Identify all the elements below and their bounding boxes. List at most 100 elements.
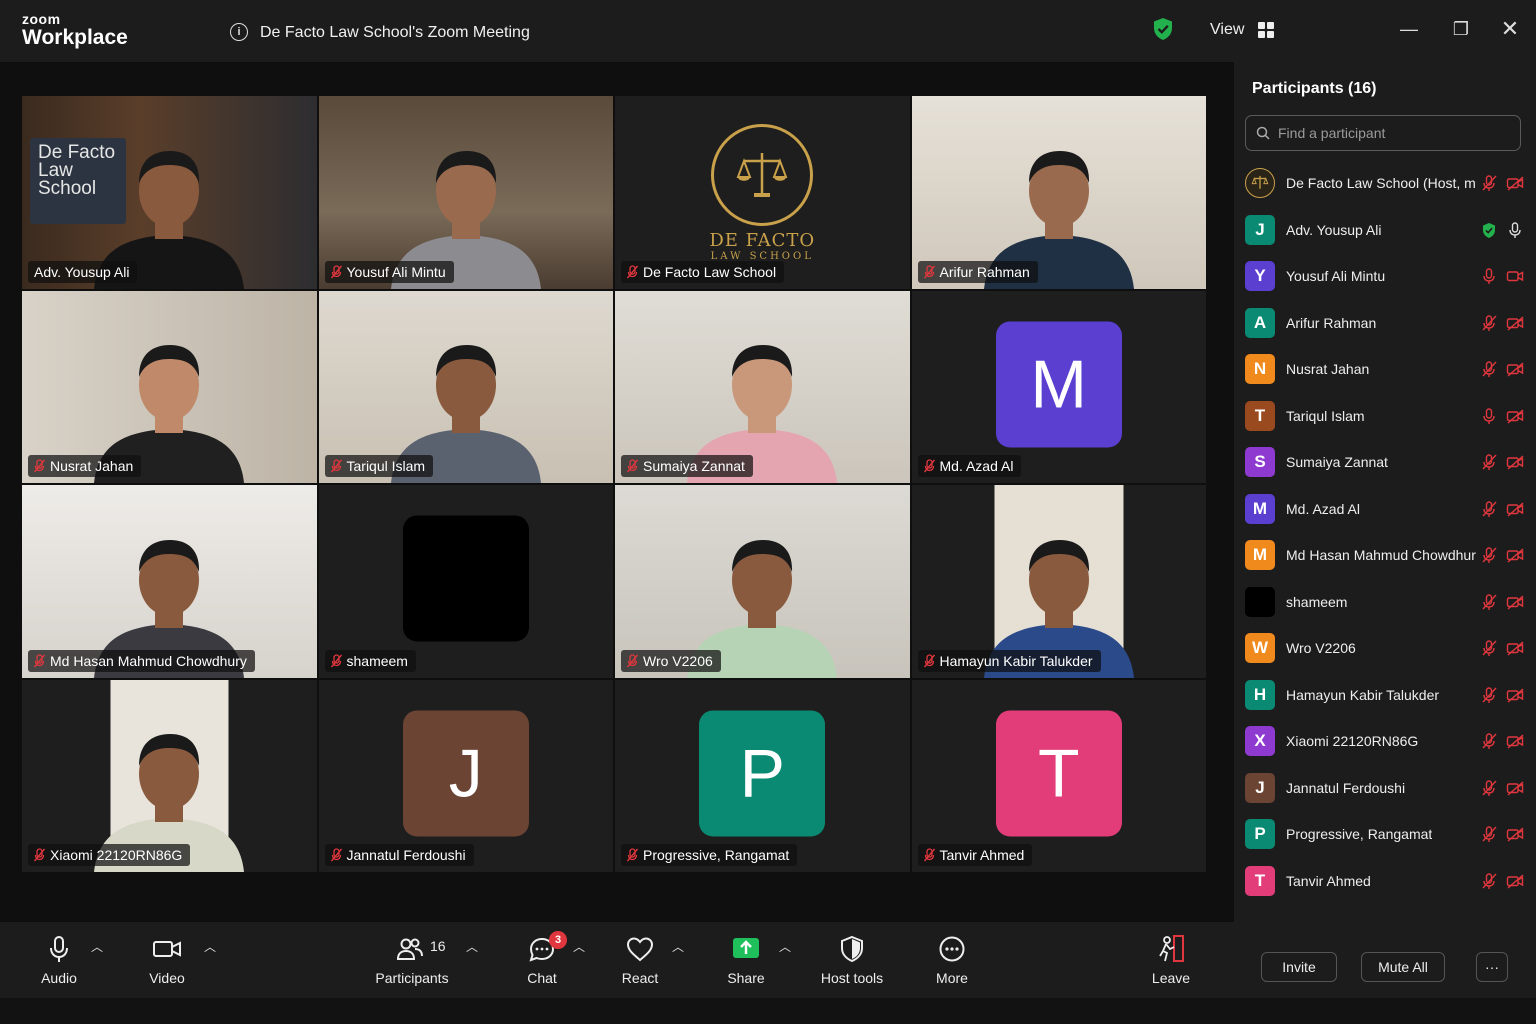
participant-tile[interactable]: shameem: [318, 485, 613, 678]
muted-mic-icon: [330, 459, 342, 473]
info-icon[interactable]: i: [230, 23, 248, 41]
share-options-chevron-icon[interactable]: ︿: [778, 940, 792, 954]
microphone-muted-icon[interactable]: [1480, 686, 1498, 704]
view-button[interactable]: View: [1210, 18, 1275, 42]
video-off-icon[interactable]: [1506, 686, 1524, 704]
microphone-muted-icon[interactable]: [1480, 174, 1498, 192]
video-off-icon[interactable]: [1506, 360, 1524, 378]
video-off-icon[interactable]: [1506, 174, 1524, 192]
participant-list-name: Adv. Yousup Ali: [1286, 221, 1382, 238]
restore-icon[interactable]: ❐: [1446, 14, 1476, 44]
participant-tile[interactable]: Tariqul Islam: [318, 290, 613, 483]
participant-tile[interactable]: Md Hasan Mahmud Chowdhury: [22, 485, 317, 678]
video-off-icon[interactable]: [1506, 779, 1524, 797]
host-tools-button[interactable]: Host tools: [807, 934, 897, 990]
participant-list-item[interactable]: N Nusrat Jahan: [1234, 346, 1536, 393]
participant-list-item[interactable]: T Tariqul Islam: [1234, 393, 1536, 440]
participant-list-item[interactable]: T Tanvir Ahmed: [1234, 858, 1536, 905]
participant-tile[interactable]: P Progressive, Rangamat: [615, 679, 910, 872]
microphone-on-icon[interactable]: [1506, 221, 1524, 239]
participant-name-label: Tariqul Islam: [324, 455, 434, 477]
microphone-muted-icon[interactable]: [1480, 360, 1498, 378]
participant-name-label: Xiaomi 22120RN86G: [28, 844, 191, 866]
microphone-muted-icon[interactable]: [1480, 872, 1498, 890]
participant-list-item[interactable]: J Adv. Yousup Ali: [1234, 207, 1536, 254]
participants-options-chevron-icon[interactable]: ︿: [465, 940, 479, 954]
participant-list-item[interactable]: S Sumaiya Zannat: [1234, 439, 1536, 486]
participant-tile[interactable]: De Facto Law School Adv. Yousup Ali: [22, 96, 317, 289]
participant-tile[interactable]: Arifur Rahman: [911, 96, 1206, 289]
participant-tile[interactable]: Hamayun Kabir Talukder: [911, 485, 1206, 678]
de-facto-logo: DE FACTO LAW SCHOOL: [682, 108, 842, 262]
participant-tile[interactable]: Nusrat Jahan: [22, 290, 317, 483]
video-off-icon[interactable]: [1506, 267, 1524, 285]
invite-button[interactable]: Invite: [1261, 952, 1337, 982]
video-off-icon[interactable]: [1506, 593, 1524, 611]
participant-name: De Facto Law School: [643, 263, 777, 280]
participant-list-item[interactable]: W Wro V2206: [1234, 625, 1536, 672]
participant-tile[interactable]: Yousuf Ali Mintu: [318, 96, 613, 289]
video-off-icon[interactable]: [1506, 500, 1524, 518]
participant-list-item[interactable]: P Progressive, Rangamat: [1234, 811, 1536, 858]
microphone-muted-icon[interactable]: [1480, 593, 1498, 611]
microphone-muted-icon[interactable]: [1480, 407, 1498, 425]
participant-list-item[interactable]: X Xiaomi 22120RN86G: [1234, 718, 1536, 765]
participant-list-name: Jannatul Ferdoushi: [1286, 779, 1406, 796]
microphone-muted-icon[interactable]: [1480, 825, 1498, 843]
microphone-muted-icon[interactable]: [1480, 500, 1498, 518]
close-icon[interactable]: ✕: [1495, 14, 1525, 44]
participant-tile[interactable]: DE FACTO LAW SCHOOL De Facto Law School: [615, 96, 910, 289]
participant-tile[interactable]: T Tanvir Ahmed: [911, 679, 1206, 872]
panel-more-button[interactable]: ···: [1476, 952, 1508, 982]
participant-search[interactable]: [1245, 115, 1521, 151]
participant-list-item[interactable]: H Hamayun Kabir Talukder: [1234, 672, 1536, 719]
video-off-icon[interactable]: [1506, 639, 1524, 657]
avatar: J: [402, 710, 529, 837]
participant-list-item[interactable]: De Facto Law School (Host, me): [1234, 160, 1536, 207]
participant-list-item[interactable]: A Arifur Rahman: [1234, 300, 1536, 347]
react-options-chevron-icon[interactable]: ︿: [671, 940, 685, 954]
microphone-muted-icon[interactable]: [1480, 639, 1498, 657]
microphone-muted-icon[interactable]: [1480, 546, 1498, 564]
participant-list-name: Yousuf Ali Mintu: [1286, 268, 1386, 285]
video-options-chevron-icon[interactable]: ︿: [203, 940, 217, 954]
participant-list-item[interactable]: shameem: [1234, 579, 1536, 626]
video-off-icon[interactable]: [1506, 314, 1524, 332]
microphone-muted-icon[interactable]: [1480, 314, 1498, 332]
microphone-muted-icon[interactable]: [1480, 453, 1498, 471]
mute-all-button[interactable]: Mute All: [1361, 952, 1445, 982]
participant-tile[interactable]: Sumaiya Zannat: [615, 290, 910, 483]
video-off-icon[interactable]: [1506, 732, 1524, 750]
encryption-shield-icon[interactable]: [1152, 17, 1174, 41]
microphone-muted-icon[interactable]: [1480, 267, 1498, 285]
video-off-icon[interactable]: [1506, 825, 1524, 843]
video-off-icon[interactable]: [1506, 407, 1524, 425]
video-button[interactable]: Video: [122, 934, 212, 990]
leave-button[interactable]: Leave: [1126, 934, 1216, 990]
video-label: Video: [149, 970, 185, 986]
participant-status-icons: [1480, 407, 1524, 425]
participant-tile[interactable]: Xiaomi 22120RN86G: [22, 679, 317, 872]
participant-list-item[interactable]: J Jannatul Ferdoushi: [1234, 765, 1536, 812]
muted-mic-icon: [34, 848, 45, 862]
participant-list-item[interactable]: M Md Hasan Mahmud Chowdhury: [1234, 532, 1536, 579]
video-off-icon[interactable]: [1506, 546, 1524, 564]
microphone-muted-icon[interactable]: [1480, 779, 1498, 797]
minimize-icon[interactable]: —: [1394, 14, 1424, 44]
participants-button[interactable]: 16 Participants: [367, 934, 457, 990]
microphone-muted-icon[interactable]: [1480, 732, 1498, 750]
participant-name-label: Adv. Yousup Ali: [28, 260, 138, 283]
participant-list-item[interactable]: Y Yousuf Ali Mintu: [1234, 253, 1536, 300]
video-off-icon[interactable]: [1506, 872, 1524, 890]
search-input[interactable]: [1276, 124, 1510, 142]
participant-tile[interactable]: M Md. Azad Al: [911, 290, 1206, 483]
participant-tile[interactable]: Wro V2206: [615, 485, 910, 678]
more-button[interactable]: More: [907, 934, 997, 990]
participant-status-icons: [1480, 546, 1524, 564]
participant-tile[interactable]: J Jannatul Ferdoushi: [318, 679, 613, 872]
participant-name: Jannatul Ferdoushi: [346, 847, 466, 863]
video-off-icon[interactable]: [1506, 453, 1524, 471]
chat-options-chevron-icon[interactable]: ︿: [572, 940, 586, 954]
audio-options-chevron-icon[interactable]: ︿: [90, 940, 104, 954]
participant-list-item[interactable]: M Md. Azad Al: [1234, 486, 1536, 533]
